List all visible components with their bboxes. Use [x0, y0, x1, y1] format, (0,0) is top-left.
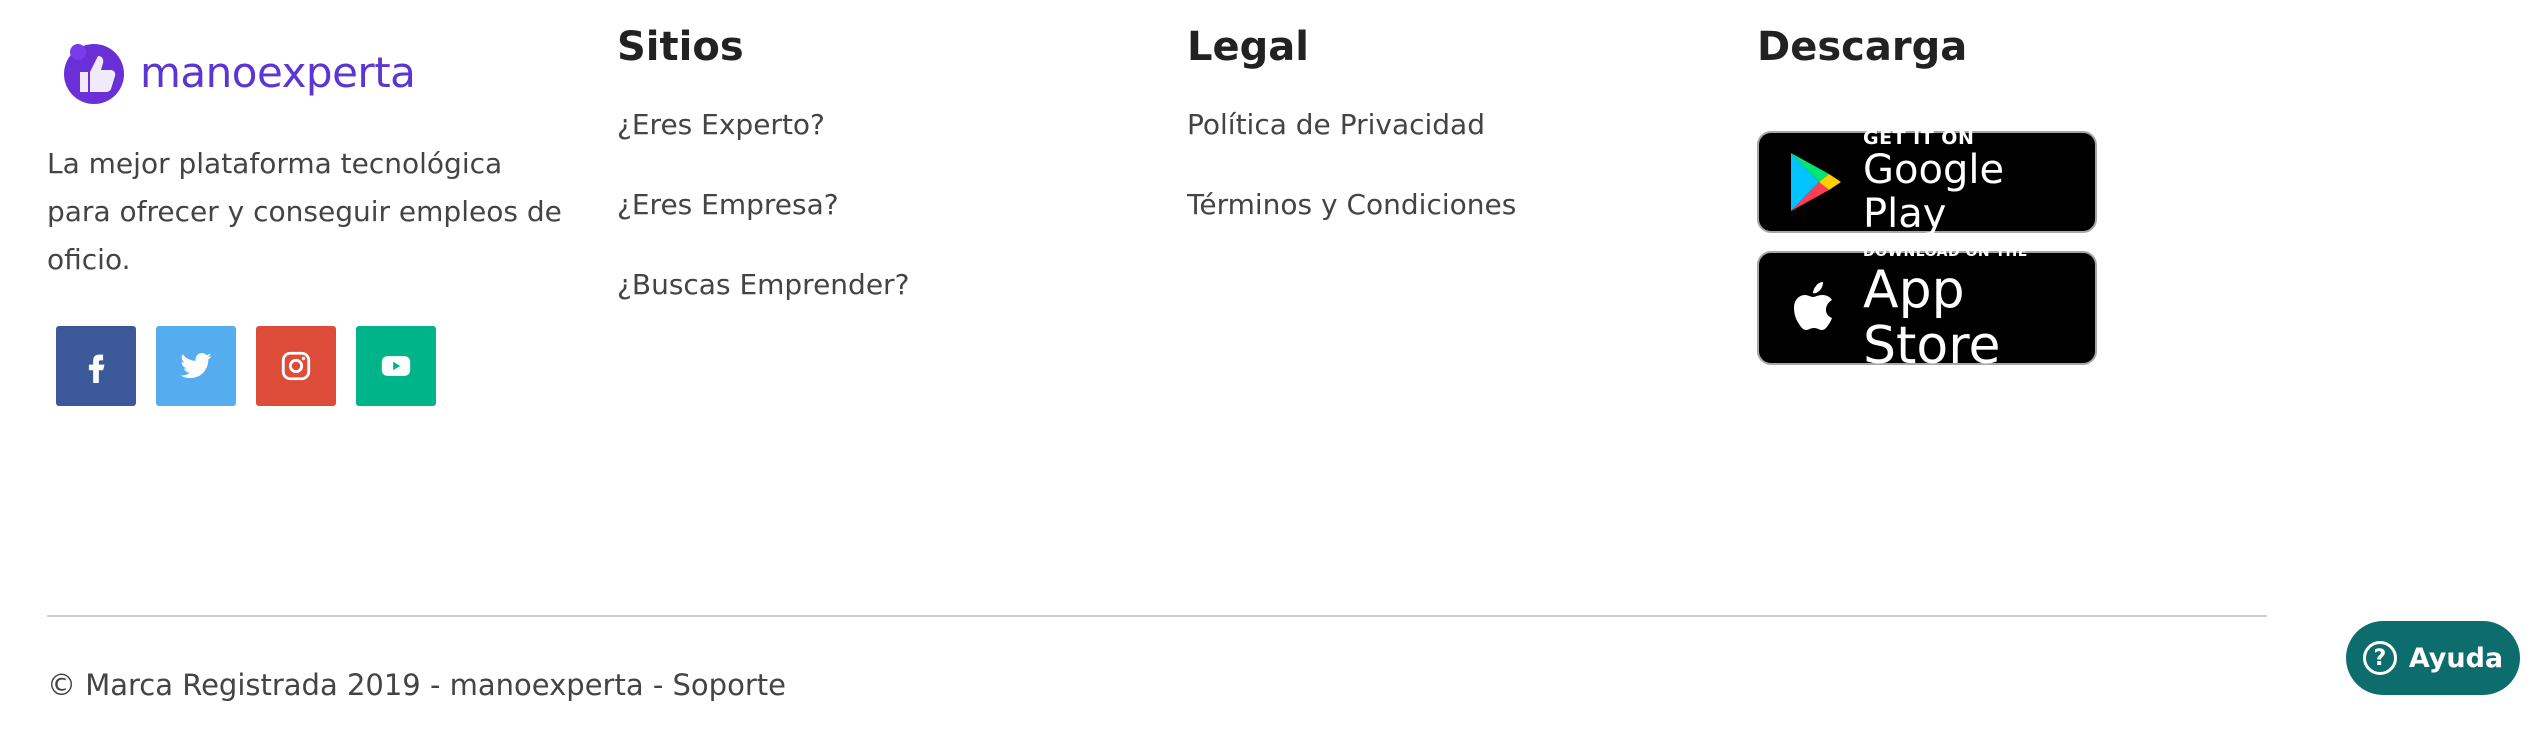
legal-column: Legal Política de Privacidad Términos y … [1187, 22, 1516, 225]
legal-title: Legal [1187, 24, 1309, 70]
app-store-badge[interactable]: DOWNLOAD ON THE App Store [1757, 244, 2097, 374]
google-play-badge[interactable]: GET IT ON Google Play [1757, 127, 2097, 237]
instagram-button[interactable] [256, 326, 336, 406]
brand-tagline: La mejor plataforma tecnológica para ofr… [47, 147, 562, 276]
facebook-icon [88, 354, 105, 383]
copyright-text: © Marca Registrada 2019 - manoexperta - [47, 668, 673, 702]
help-button[interactable]: ? Ayuda [2346, 621, 2520, 695]
apple-icon [1794, 282, 1832, 330]
link-terms[interactable]: Términos y Condiciones [1187, 185, 1516, 225]
youtube-button[interactable] [356, 326, 436, 406]
facebook-button[interactable] [56, 326, 136, 406]
app-store-small-text: DOWNLOAD ON THE [1863, 244, 2028, 260]
social-links [56, 326, 436, 406]
youtube-icon [381, 356, 411, 376]
brand-name: manoexperta [140, 47, 416, 97]
twitter-button[interactable] [156, 326, 236, 406]
help-label: Ayuda [2408, 642, 2504, 674]
descarga-title: Descarga [1757, 24, 1968, 70]
copyright: © Marca Registrada 2019 - manoexperta - … [47, 668, 786, 702]
link-eres-experto[interactable]: ¿Eres Experto? [617, 105, 909, 145]
sitios-title: Sitios [617, 24, 744, 70]
question-icon: ? [2362, 641, 2397, 675]
twitter-icon [180, 353, 212, 379]
instagram-icon [281, 351, 311, 381]
brand-logo[interactable]: manoexperta [60, 38, 416, 106]
google-play-big-text: Google Play [1863, 147, 2005, 237]
sitios-column: Sitios ¿Eres Experto? ¿Eres Empresa? ¿Bu… [617, 22, 909, 305]
link-eres-empresa[interactable]: ¿Eres Empresa? [617, 185, 909, 225]
app-store-big-text: App Store [1863, 260, 2001, 376]
google-play-small-text: GET IT ON [1863, 127, 1975, 149]
google-play-icon [1791, 153, 1841, 211]
link-buscas-emprender[interactable]: ¿Buscas Emprender? [617, 265, 909, 305]
thumbs-up-logo-icon [64, 44, 124, 104]
support-link[interactable]: Soporte [673, 668, 786, 702]
footer-divider [47, 615, 2267, 617]
descarga-column: Descarga [1757, 22, 1967, 72]
link-privacy-policy[interactable]: Política de Privacidad [1187, 105, 1516, 145]
